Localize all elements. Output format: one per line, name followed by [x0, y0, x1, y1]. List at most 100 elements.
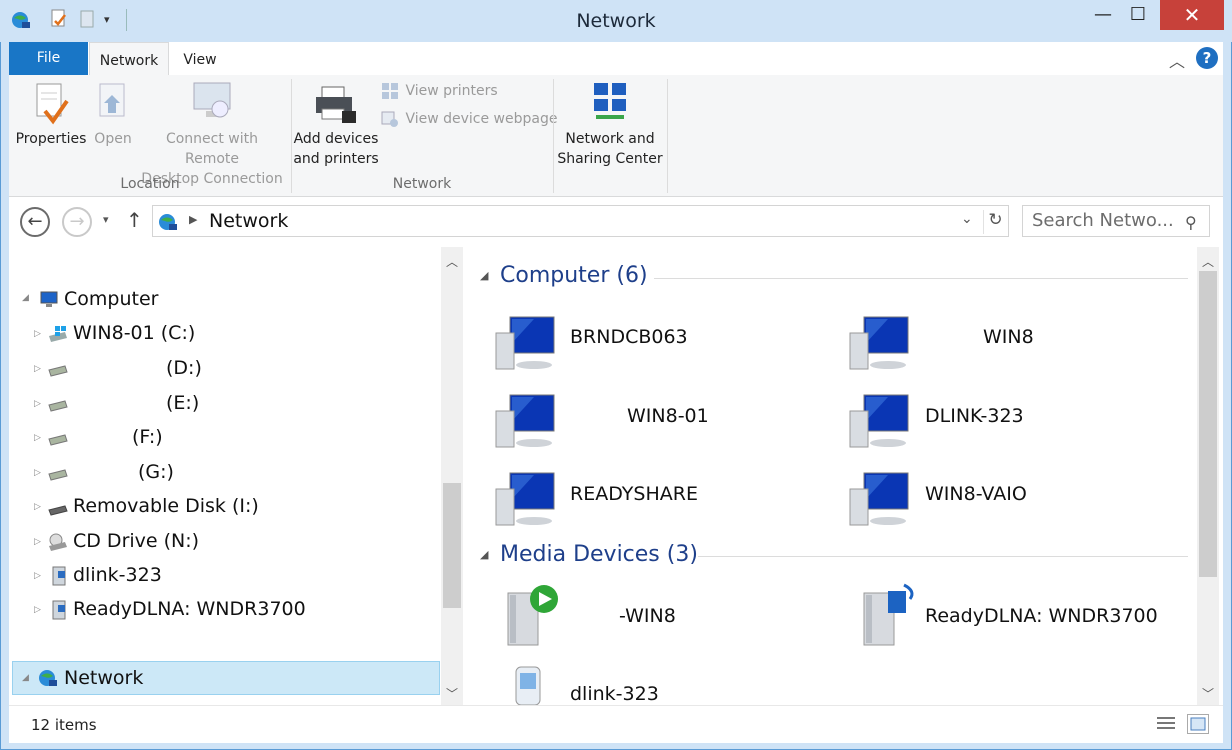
view-webpage-button[interactable]: View device webpage [381, 109, 561, 129]
tree-drive-c[interactable]: WIN8-01 (C:) [73, 322, 195, 344]
tab-network[interactable]: Network [89, 42, 169, 75]
address-bar[interactable]: ▶ Network ⌄ ↻ [152, 205, 1009, 237]
collapse-arrow-icon[interactable]: ▷ [34, 502, 41, 512]
nav-scrollbar-thumb[interactable] [443, 483, 461, 608]
search-placeholder: Search Netwo... [1032, 210, 1174, 231]
collapse-arrow-icon[interactable]: ▷ [34, 468, 41, 478]
network-sharing-center-button[interactable]: Network and Sharing Center [555, 81, 665, 169]
computer-item[interactable]: READYSHARE [570, 483, 698, 505]
remote-desktop-button[interactable]: Connect with Remote Desktop Connection [139, 81, 285, 189]
scroll-up-icon[interactable]: ︿ [1202, 253, 1214, 270]
group-header-media[interactable]: Media Devices (3) [500, 542, 698, 567]
collapse-arrow-icon[interactable]: ▷ [34, 329, 41, 339]
tree-dlink-323[interactable]: dlink-323 [73, 564, 162, 586]
tree-cd-drive[interactable]: CD Drive (N:) [73, 530, 199, 552]
remote-desktop-label-1: Connect with Remote [165, 131, 259, 167]
remote-desktop-icon [139, 81, 285, 129]
collapse-arrow-icon[interactable]: ▷ [34, 433, 41, 443]
content-scrollbar-thumb[interactable] [1199, 271, 1217, 577]
webpage-icon [381, 110, 401, 128]
windows-drive-icon [47, 324, 69, 344]
collapse-arrow-icon[interactable]: ▷ [34, 537, 41, 547]
view-printers-label: View printers [405, 83, 498, 99]
network-drive-icon [47, 362, 69, 378]
computer-icon [494, 471, 560, 527]
tree-drive-d[interactable]: (D:) [166, 357, 202, 379]
tree-removable-disk[interactable]: Removable Disk (I:) [73, 495, 259, 517]
open-label: Open [94, 131, 132, 147]
scroll-down-icon[interactable]: ﹀ [1202, 685, 1214, 702]
group-label-network: Network [392, 176, 452, 192]
navigation-bar: ← → ▾ ↑ ▶ Network ⌄ ↻ Search Netwo... ⚲ [9, 197, 1223, 247]
nav-scrollbar[interactable] [441, 247, 463, 705]
network-sharing-center-icon [555, 81, 665, 129]
tree-computer[interactable]: Computer [64, 288, 158, 310]
network-drive-icon [47, 466, 69, 482]
item-count: 12 items [31, 716, 97, 734]
computer-item[interactable]: WIN8-01 [627, 405, 709, 427]
collapse-arrow-icon[interactable]: ▷ [34, 571, 41, 581]
phone-icon [508, 663, 548, 706]
help-icon[interactable]: ? [1196, 47, 1218, 69]
collapse-arrow-icon[interactable]: ▷ [34, 399, 41, 409]
collapse-arrow-icon[interactable]: ▷ [34, 364, 41, 374]
large-icons-view-icon[interactable] [1187, 714, 1209, 734]
scroll-down-icon[interactable]: ﹀ [446, 685, 458, 702]
tree-drive-g[interactable]: (G:) [138, 461, 174, 483]
tree-drive-e[interactable]: (E:) [166, 392, 199, 414]
address-dropdown-icon[interactable]: ⌄ [961, 211, 973, 227]
breadcrumb-chevron-icon[interactable]: ▶ [189, 213, 197, 226]
tree-readydlna[interactable]: ReadyDLNA: WNDR3700 [73, 598, 306, 620]
add-devices-button[interactable]: Add devices and printers [293, 81, 379, 169]
group-divider [698, 556, 1188, 557]
network-drive-icon [47, 431, 69, 447]
properties-button[interactable]: Properties [11, 81, 91, 149]
collapse-group-icon[interactable]: ◢ [480, 269, 488, 282]
close-button[interactable]: ✕ [1160, 0, 1224, 30]
network-globe-icon [37, 667, 59, 689]
media-device-item[interactable]: -WIN8 [619, 605, 676, 627]
add-devices-label-2: and printers [293, 151, 379, 167]
back-button[interactable]: ← [20, 207, 50, 237]
computer-item[interactable]: BRNDCB063 [570, 326, 688, 348]
computer-icon [494, 315, 560, 371]
open-button[interactable]: Open [91, 81, 135, 149]
media-device-item[interactable]: ReadyDLNA: WNDR3700 [925, 605, 1158, 627]
computer-item[interactable]: DLINK-323 [925, 405, 1024, 427]
up-button[interactable]: ↑ [126, 208, 143, 232]
recent-locations-icon[interactable]: ▾ [103, 213, 109, 226]
media-device-item[interactable]: dlink-323 [570, 683, 659, 705]
expand-arrow-icon[interactable]: ◢ [22, 673, 29, 683]
removable-disk-icon [47, 501, 69, 517]
computer-item[interactable]: WIN8 [983, 326, 1034, 348]
title-bar: ▾ Network — ☐ ✕ [0, 0, 1232, 42]
view-printers-button[interactable]: View printers [381, 81, 551, 101]
media-server-icon [49, 599, 69, 621]
media-server-icon [49, 565, 69, 587]
group-header-computer[interactable]: Computer (6) [500, 263, 648, 288]
tree-drive-f[interactable]: (F:) [132, 426, 163, 448]
computer-item[interactable]: WIN8-VAIO [925, 483, 1027, 505]
collapse-ribbon-icon[interactable]: ︿ [1169, 48, 1185, 72]
network-globe-icon [157, 211, 179, 233]
tab-view[interactable]: View [179, 42, 221, 75]
expand-arrow-icon[interactable]: ◢ [22, 293, 29, 303]
scroll-up-icon[interactable]: ︿ [446, 253, 458, 270]
printer-icon [293, 81, 379, 129]
media-player-icon [504, 583, 564, 647]
forward-button[interactable]: → [62, 207, 92, 237]
tree-network[interactable]: Network [64, 667, 143, 689]
breadcrumb-network[interactable]: Network [209, 210, 288, 232]
maximize-button[interactable]: ☐ [1115, 0, 1161, 30]
collapse-group-icon[interactable]: ◢ [480, 548, 488, 561]
search-input[interactable]: Search Netwo... ⚲ [1022, 205, 1210, 237]
tab-file[interactable]: File [9, 42, 88, 75]
search-icon[interactable]: ⚲ [1185, 208, 1197, 238]
properties-icon [11, 81, 91, 129]
refresh-icon[interactable]: ↻ [983, 210, 1007, 234]
network-drive-icon [47, 397, 69, 413]
collapse-arrow-icon[interactable]: ▷ [34, 605, 41, 615]
computer-icon [848, 471, 914, 527]
group-label-location: Location [120, 176, 180, 192]
details-view-icon[interactable] [1155, 714, 1177, 734]
